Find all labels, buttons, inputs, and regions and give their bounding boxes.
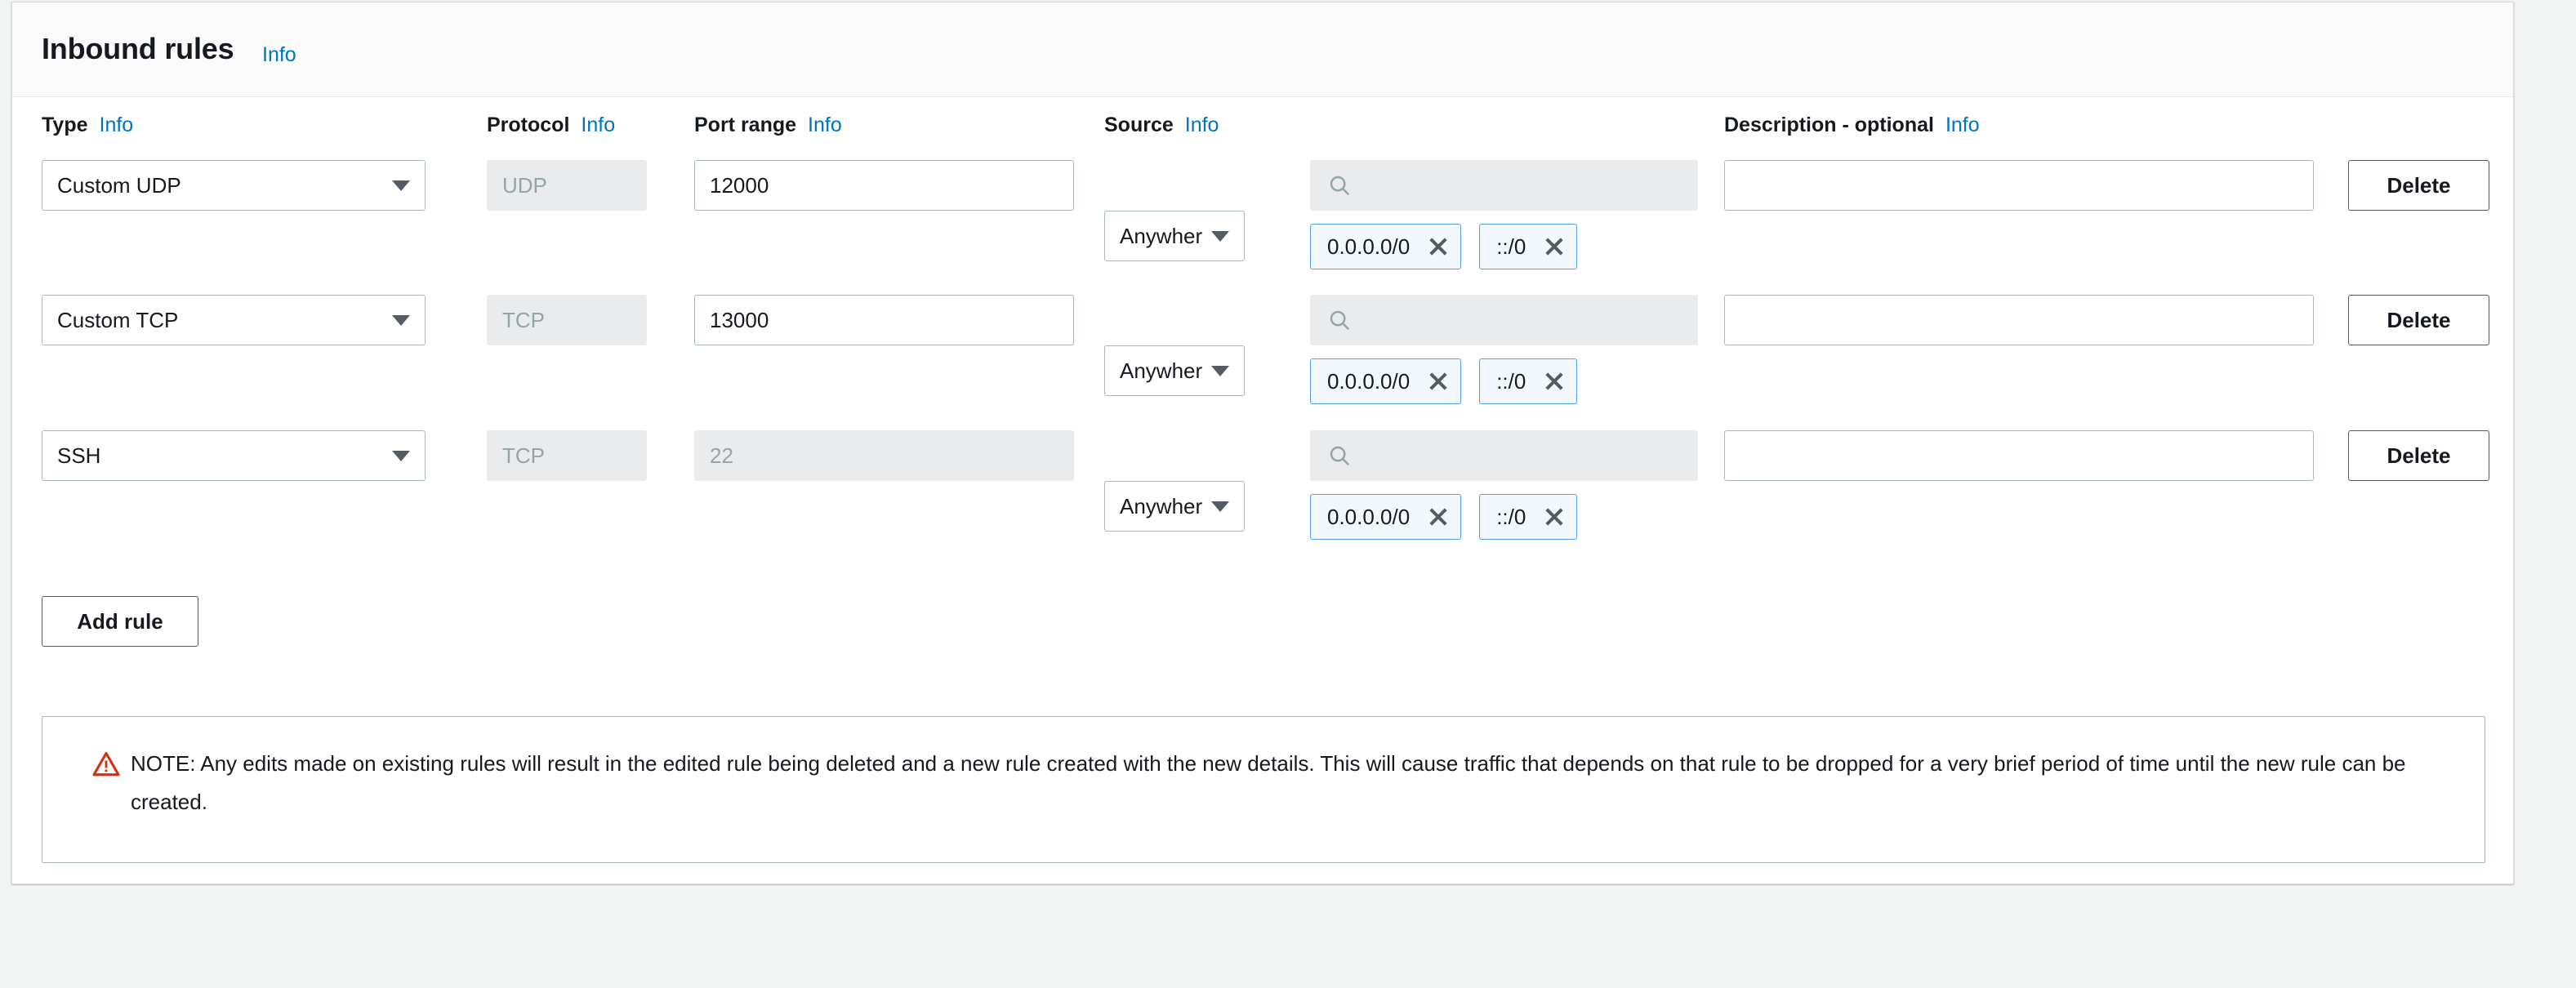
rule-description-input[interactable] xyxy=(1724,160,2314,211)
column-header-type-label: Type xyxy=(42,113,88,136)
source-token-label: ::/0 xyxy=(1496,368,1526,394)
column-header-protocol-label: Protocol xyxy=(487,113,570,136)
port-range-info-link[interactable]: Info xyxy=(808,113,842,136)
column-header-port-range-label: Port range xyxy=(694,113,797,136)
delete-rule-button[interactable]: Delete xyxy=(2348,295,2489,345)
source-token[interactable]: ::/0 xyxy=(1479,494,1578,540)
add-rule-label: Add rule xyxy=(77,608,163,634)
column-header-port-range: Port range Info xyxy=(694,113,842,137)
rule-port-range-value: 13000 xyxy=(710,307,769,332)
column-header-protocol: Protocol Info xyxy=(487,113,615,137)
rule-source-search-input[interactable] xyxy=(1310,160,1698,211)
rule-protocol-field: UDP xyxy=(487,160,647,211)
type-info-link[interactable]: Info xyxy=(100,113,134,136)
rule-source-type-select[interactable]: Anywhere xyxy=(1104,211,1245,261)
rule-source-type-value: Anywhere xyxy=(1120,223,1203,248)
source-token-list: 0.0.0.0/0 ::/0 xyxy=(1310,224,1578,269)
rule-port-range-input[interactable]: 12000 xyxy=(694,160,1074,211)
footer-action-bar: Cancel Preview changes Save rules xyxy=(0,886,2576,988)
rule-type-select[interactable]: Custom UDP xyxy=(42,160,426,211)
rule-protocol-value: TCP xyxy=(502,443,545,468)
rule-type-value: SSH xyxy=(57,443,101,468)
description-info-link[interactable]: Info xyxy=(1945,113,1980,136)
rule-description-input[interactable] xyxy=(1724,430,2314,481)
source-token[interactable]: 0.0.0.0/0 xyxy=(1310,494,1462,540)
rule-type-select[interactable]: Custom TCP xyxy=(42,295,426,345)
column-header-source-label: Source xyxy=(1104,113,1174,136)
source-token[interactable]: ::/0 xyxy=(1479,224,1578,269)
chevron-down-icon xyxy=(1211,501,1229,512)
source-token-list: 0.0.0.0/0 ::/0 xyxy=(1310,494,1578,540)
source-token-label: 0.0.0.0/0 xyxy=(1327,234,1411,259)
rule-source-type-value: Anywhere xyxy=(1120,493,1203,518)
delete-rule-button[interactable]: Delete xyxy=(2348,430,2489,481)
search-icon xyxy=(1330,446,1350,466)
rule-source-type-select[interactable]: Anywhere xyxy=(1104,345,1245,396)
card-header: Inbound rules Info xyxy=(12,2,2513,97)
chevron-down-icon xyxy=(392,450,410,461)
rule-port-range-value: 12000 xyxy=(710,172,769,198)
source-info-link[interactable]: Info xyxy=(1185,113,1219,136)
close-icon[interactable] xyxy=(1428,236,1449,257)
source-token-label: ::/0 xyxy=(1496,234,1526,259)
chevron-down-icon xyxy=(392,314,410,326)
inbound-rules-info-link[interactable]: Info xyxy=(262,43,296,67)
table-row: Custom TCP TCP 13000 Anywhere 0.0.0.0/0 xyxy=(12,295,2513,430)
warning-triangle-icon xyxy=(92,751,120,777)
column-header-type: Type Info xyxy=(42,113,133,137)
rule-protocol-field: TCP xyxy=(487,295,647,345)
rule-description-input[interactable] xyxy=(1724,295,2314,345)
close-icon[interactable] xyxy=(1428,506,1449,527)
delete-rule-button[interactable]: Delete xyxy=(2348,160,2489,211)
rule-type-value: Custom TCP xyxy=(57,307,179,332)
column-header-source: Source Info xyxy=(1104,113,1219,137)
rule-source-type-select[interactable]: Anywhere xyxy=(1104,481,1245,532)
rule-type-value: Custom UDP xyxy=(57,172,181,198)
rule-protocol-value: UDP xyxy=(502,172,547,198)
delete-rule-label: Delete xyxy=(2387,307,2451,332)
rule-type-select[interactable]: SSH xyxy=(42,430,426,481)
close-icon[interactable] xyxy=(1428,371,1449,392)
column-header-description: Description - optional Info xyxy=(1724,113,1980,137)
source-token[interactable]: 0.0.0.0/0 xyxy=(1310,358,1462,404)
rule-protocol-value: TCP xyxy=(502,307,545,332)
close-icon[interactable] xyxy=(1544,236,1565,257)
rule-source-search-input[interactable] xyxy=(1310,295,1698,345)
source-token-label: 0.0.0.0/0 xyxy=(1327,368,1411,394)
inbound-rules-card: Inbound rules Info Type Info Protocol Info… xyxy=(11,2,2514,884)
protocol-info-link[interactable]: Info xyxy=(581,113,615,136)
search-icon xyxy=(1330,310,1350,331)
rule-port-range-input[interactable]: 13000 xyxy=(694,295,1074,345)
rule-port-range-field: 22 xyxy=(694,430,1074,481)
source-token-label: ::/0 xyxy=(1496,504,1526,529)
search-icon xyxy=(1330,176,1350,196)
delete-rule-label: Delete xyxy=(2387,172,2451,198)
chevron-down-icon xyxy=(392,180,410,191)
rule-port-range-value: 22 xyxy=(710,443,733,468)
table-row: SSH TCP 22 Anywhere 0.0.0.0/0 xyxy=(12,430,2513,566)
chevron-down-icon xyxy=(1211,365,1229,376)
column-header-description-label: Description - optional xyxy=(1724,113,1934,136)
add-rule-button[interactable]: Add rule xyxy=(42,596,198,647)
source-token[interactable]: 0.0.0.0/0 xyxy=(1310,224,1462,269)
inbound-rules-page: Inbound rules Info Type Info Protocol Info… xyxy=(0,0,2576,988)
close-icon[interactable] xyxy=(1544,371,1565,392)
note-alert-text: NOTE: Any edits made on existing rules w… xyxy=(131,751,2406,814)
rule-protocol-field: TCP xyxy=(487,430,647,481)
rule-source-type-value: Anywhere xyxy=(1120,358,1203,383)
chevron-down-icon xyxy=(1211,230,1229,242)
source-token[interactable]: ::/0 xyxy=(1479,358,1578,404)
page-title: Inbound rules xyxy=(42,32,234,65)
source-token-label: 0.0.0.0/0 xyxy=(1327,504,1411,529)
rule-source-search-input[interactable] xyxy=(1310,430,1698,481)
table-row: Custom UDP UDP 12000 Anywhere 0.0.0.0/0 xyxy=(12,160,2513,296)
close-icon[interactable] xyxy=(1544,506,1565,527)
delete-rule-label: Delete xyxy=(2387,443,2451,468)
source-token-list: 0.0.0.0/0 ::/0 xyxy=(1310,358,1578,404)
note-alert: NOTE: Any edits made on existing rules w… xyxy=(42,716,2485,863)
